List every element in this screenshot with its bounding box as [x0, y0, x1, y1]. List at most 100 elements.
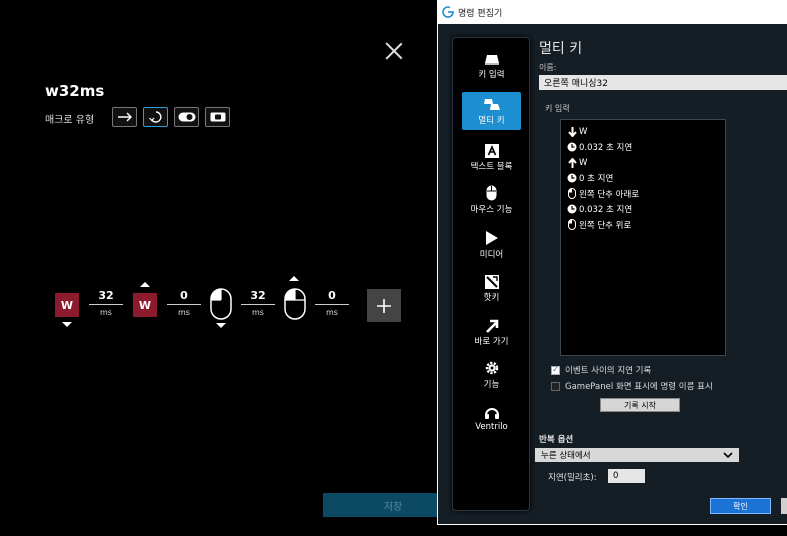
event-text: 0.032 초 지연 [579, 143, 633, 154]
delay-unit: ms [100, 308, 112, 317]
clock-icon [567, 142, 577, 152]
sequence-mouse-down-icon[interactable] [210, 288, 232, 324]
event-text: 0.032 초 지연 [579, 205, 633, 216]
hotkey-icon [484, 275, 499, 289]
category-label: 바로 가기 [474, 337, 509, 347]
event-text: 0 초 지연 [579, 174, 614, 185]
sequence-delay-1[interactable]: 32 ms [89, 289, 123, 317]
list-item[interactable]: 0 초 지연 [565, 171, 721, 187]
delay-value: 32 [89, 289, 123, 305]
sequence-mouse-up-icon[interactable] [284, 288, 306, 324]
ok-button[interactable]: 확인 [710, 498, 771, 514]
dialog-title: 명령 편집기 [458, 8, 503, 19]
delay-unit: ms [252, 308, 264, 317]
mouse-icon [486, 185, 497, 201]
start-recording-button[interactable]: 기록 시작 [600, 398, 680, 412]
mouse-icon [568, 188, 576, 200]
category-function[interactable]: 기능 [462, 356, 521, 394]
delay-unit: ms [326, 308, 338, 317]
sequence-delay-3[interactable]: 32 ms [241, 289, 275, 317]
record-delays-checkbox-row[interactable]: ✓ 이벤트 사이의 지연 기록 [551, 364, 651, 376]
gamepanel-checkbox[interactable] [551, 381, 560, 391]
repeat-options-select[interactable]: 누른 상태에서 [535, 448, 739, 462]
shortcut-arrow-icon [485, 319, 498, 333]
cancel-button[interactable] [781, 498, 787, 514]
mouse-up-indicator-icon [289, 276, 299, 281]
event-text: 왼쪽 단추 위로 [579, 220, 632, 231]
delay-ms-label: 지연(밀리초): [548, 473, 597, 483]
arrow-right-icon [117, 112, 132, 122]
category-label: 텍스트 블록 [470, 162, 513, 172]
macro-type-hold-button[interactable] [205, 107, 230, 127]
category-shortcut[interactable]: 바로 가기 [462, 313, 521, 351]
toggle-icon [178, 112, 195, 122]
repeat-options-label: 반복 옵션 [539, 435, 574, 445]
mouse-down-indicator-icon [216, 323, 226, 328]
record-delays-label: 이벤트 사이의 지연 기록 [565, 366, 652, 376]
sequence-key-down-tile[interactable]: W [55, 293, 79, 317]
mouse-icon [568, 219, 576, 231]
category-hotkey[interactable]: 핫키 [462, 269, 521, 307]
event-text: W [579, 126, 588, 137]
delay-value: 0 [315, 289, 349, 305]
macro-type-once-button[interactable] [112, 107, 137, 127]
key-icon [484, 55, 499, 65]
record-delays-checkbox[interactable]: ✓ [551, 365, 560, 375]
close-icon[interactable] [385, 42, 403, 60]
sequence-delay-4[interactable]: 0 ms [315, 289, 349, 317]
clock-icon [567, 204, 577, 214]
list-item[interactable]: 왼쪽 단추 위로 [565, 217, 721, 233]
command-category-panel: 키 입력 멀티 키 텍스트 블록 마우스 기능 미디어 핫키 바로 가기 기능 … [452, 37, 530, 511]
list-item[interactable]: W [565, 155, 721, 171]
category-text-block[interactable]: 텍스트 블록 [462, 138, 521, 176]
list-item[interactable]: 왼쪽 단추 아래로 [565, 186, 721, 202]
macro-title: w32ms [45, 82, 105, 100]
sequence-delay-2[interactable]: 0 ms [167, 289, 201, 317]
plus-icon [377, 298, 391, 313]
category-multikey[interactable]: 멀티 키 [462, 92, 521, 130]
key-up-indicator-icon [140, 282, 150, 287]
category-ventrilo[interactable]: Ventrilo [462, 400, 521, 438]
keystroke-event-list[interactable]: W 0.032 초 지연 W 0 초 지연 왼쪽 단추 아래로 0.032 초 … [560, 119, 726, 356]
category-keystroke[interactable]: 키 입력 [462, 46, 521, 84]
arrow-down-icon [567, 126, 577, 137]
category-mouse-function[interactable]: 마우스 기능 [462, 181, 521, 219]
multikey-icon [483, 99, 500, 110]
macro-type-label: 매크로 유형 [45, 115, 95, 126]
event-text: W [579, 157, 588, 168]
macro-editor-panel: w32ms 매크로 유형 W 32 ms W 0 ms 32 ms 0 ms 저… [0, 0, 463, 536]
chevron-down-icon [723, 452, 733, 458]
category-label: 미디어 [479, 250, 504, 260]
keystroke-list-label: 키 입력 [545, 104, 570, 113]
category-media[interactable]: 미디어 [462, 226, 521, 264]
category-label: 키 입력 [478, 70, 505, 80]
key-down-indicator-icon [62, 322, 72, 327]
list-item[interactable]: W [565, 124, 721, 140]
event-text: 왼쪽 단추 아래로 [579, 189, 640, 200]
dialog-title-bar[interactable]: 명령 편집기 [437, 0, 787, 24]
delay-unit: ms [178, 308, 190, 317]
command-heading: 멀티 키 [539, 41, 583, 57]
macro-type-toggle-button[interactable] [174, 107, 199, 127]
delay-value: 0 [167, 289, 201, 305]
clock-icon [567, 173, 577, 183]
add-step-button[interactable] [367, 289, 401, 322]
category-label: 기능 [483, 380, 500, 390]
repeat-selected-value: 누른 상태에서 [541, 451, 591, 461]
name-input[interactable]: 오른쪽 매니싱32 [539, 75, 787, 90]
arrow-up-icon [567, 157, 577, 168]
list-item[interactable]: 0.032 초 지연 [565, 140, 721, 156]
logitech-g-logo-icon [442, 6, 454, 18]
category-label: 마우스 기능 [470, 205, 513, 215]
list-item[interactable]: 0.032 초 지연 [565, 202, 721, 218]
sequence-key-up-tile[interactable]: W [133, 293, 157, 317]
gear-icon [485, 361, 498, 375]
gamepanel-checkbox-row[interactable]: GamePanel 화면 표시에 명령 이름 표시 [551, 380, 713, 392]
category-label: 멀티 키 [478, 116, 505, 126]
macro-type-repeat-button[interactable] [143, 107, 168, 127]
delay-ms-input[interactable]: 0 [608, 469, 645, 483]
play-icon [485, 231, 498, 245]
category-label: Ventrilo [475, 422, 508, 432]
gamepanel-label: GamePanel 화면 표시에 명령 이름 표시 [565, 382, 713, 392]
text-block-icon [484, 144, 499, 158]
